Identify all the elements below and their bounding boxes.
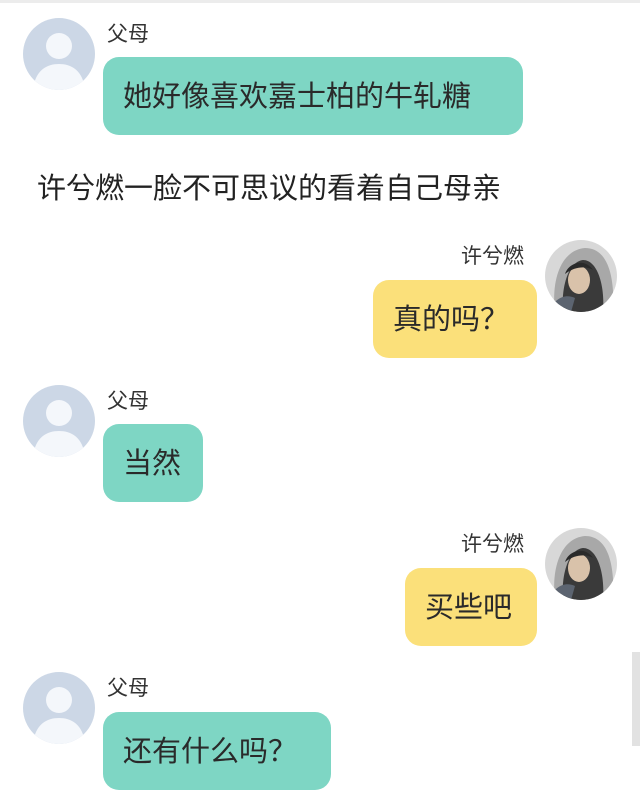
parent-avatar-icon[interactable] [23, 672, 95, 744]
sender-name: 许兮燃 [461, 244, 524, 268]
message-bubble-right[interactable]: 真的吗？ [373, 280, 537, 358]
self-avatar-icon[interactable] [545, 528, 617, 600]
narration-text: 许兮燃一脸不可思议的看着自己母亲 [37, 171, 502, 205]
sender-name: 父母 [107, 389, 149, 413]
scrollbar[interactable] [632, 652, 640, 746]
sender-name: 父母 [107, 676, 149, 700]
sender-name: 父母 [107, 22, 149, 46]
parent-avatar-icon[interactable] [23, 385, 95, 457]
sender-name: 许兮燃 [461, 532, 524, 556]
self-avatar-icon[interactable] [545, 240, 617, 312]
message-bubble-right[interactable]: 买些吧 [405, 568, 537, 646]
message-bubble-left[interactable]: 当然 [103, 424, 203, 502]
parent-avatar-icon[interactable] [23, 18, 95, 90]
message-bubble-left[interactable]: 还有什么吗？ [103, 712, 331, 790]
message-bubble-left[interactable]: 她好像喜欢嘉士柏的牛轧糖 [103, 57, 523, 135]
top-divider [0, 0, 640, 3]
